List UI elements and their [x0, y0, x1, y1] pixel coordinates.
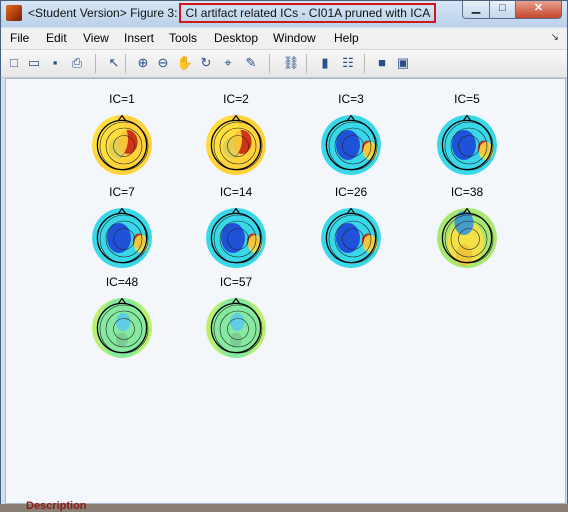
scalp-topomap	[92, 114, 152, 175]
figure-window: <Student Version> Figure 3: CI artifact r…	[0, 0, 568, 505]
menu-window[interactable]: Window	[273, 31, 316, 45]
toolbar-separator	[364, 54, 365, 73]
matlab-logo-icon	[6, 5, 22, 21]
toolbar-separator	[125, 54, 126, 73]
scalp-topomap	[206, 114, 266, 175]
ic-label: IC=14	[219, 185, 253, 199]
ic-label: IC=48	[105, 275, 139, 289]
menu-dock-arrow-icon[interactable]: ↘	[551, 32, 559, 43]
close-button[interactable]: ✕	[515, 1, 562, 19]
minimize-button[interactable]: ▁	[462, 1, 490, 19]
scalp-topomap	[206, 207, 266, 268]
menu-view[interactable]: View	[83, 31, 109, 45]
print-icon[interactable]: ⎙	[68, 54, 86, 72]
menu-edit[interactable]: Edit	[46, 31, 67, 45]
hide-plot-tools-icon[interactable]: ■	[373, 54, 391, 72]
scalp-topomap	[321, 207, 381, 268]
link-plot-icon[interactable]: ⛓	[282, 54, 300, 72]
menu-help[interactable]: Help	[334, 31, 359, 45]
title-highlight: CI artifact related ICs - CI01A pruned w…	[179, 3, 437, 23]
show-plot-tools-icon[interactable]: ▣	[394, 54, 412, 72]
menu-file[interactable]: File	[10, 31, 29, 45]
scalp-topomap	[92, 297, 152, 358]
ic-label: IC=5	[454, 92, 480, 106]
scalp-topomap	[321, 114, 381, 175]
open-file-icon[interactable]: ▭	[25, 54, 43, 72]
colorbar-icon[interactable]: ▮	[316, 54, 334, 72]
rotate-3d-icon[interactable]: ↻	[197, 54, 215, 72]
scalp-topomap	[206, 297, 266, 358]
background-description-text: Description	[26, 500, 87, 512]
menu-bar: File Edit View Insert Tools Desktop Wind…	[1, 28, 567, 50]
scalp-topomap	[437, 207, 497, 268]
zoom-in-icon[interactable]: ⊕	[134, 54, 152, 72]
new-figure-icon[interactable]: □	[5, 54, 23, 72]
menu-tools[interactable]: Tools	[169, 31, 197, 45]
menu-desktop[interactable]: Desktop	[214, 31, 258, 45]
ic-label: IC=1	[109, 92, 135, 106]
save-icon[interactable]: ▪	[46, 54, 64, 72]
title-prefix: <Student Version> Figure 3:	[28, 6, 178, 20]
toolbar-separator	[95, 54, 96, 73]
brush-icon[interactable]: ✎	[242, 54, 260, 72]
data-cursor-icon[interactable]: ⌖	[219, 54, 237, 72]
maximize-button[interactable]: □	[489, 1, 516, 19]
ic-label: IC=26	[334, 185, 368, 199]
ic-label: IC=3	[338, 92, 364, 106]
ic-label: IC=7	[109, 185, 135, 199]
zoom-out-icon[interactable]: ⊖	[154, 54, 172, 72]
title-bar[interactable]: <Student Version> Figure 3: CI artifact r…	[1, 1, 567, 27]
toolbar: □ ▭ ▪ ⎙ ↖ ⊕ ⊖ ✋ ↻ ⌖ ✎ ⛓ ▮ ☷ ■ ▣	[1, 50, 567, 78]
toolbar-separator	[269, 54, 270, 73]
window-title: <Student Version> Figure 3: CI artifact r…	[28, 3, 437, 23]
legend-icon[interactable]: ☷	[339, 54, 357, 72]
menu-insert[interactable]: Insert	[124, 31, 154, 45]
select-arrow-icon[interactable]: ↖	[105, 54, 123, 72]
ic-label: IC=2	[223, 92, 249, 106]
ic-label: IC=38	[450, 185, 484, 199]
scalp-topomap	[92, 207, 152, 268]
ic-label: IC=57	[219, 275, 253, 289]
toolbar-separator	[306, 54, 307, 73]
scalp-topomap	[437, 114, 497, 175]
pan-hand-icon[interactable]: ✋	[176, 54, 194, 72]
figure-canvas: IC=1 IC=2 IC=3 IC=5 IC=7 IC=14 IC=26 IC=38 IC=48…	[5, 78, 566, 504]
